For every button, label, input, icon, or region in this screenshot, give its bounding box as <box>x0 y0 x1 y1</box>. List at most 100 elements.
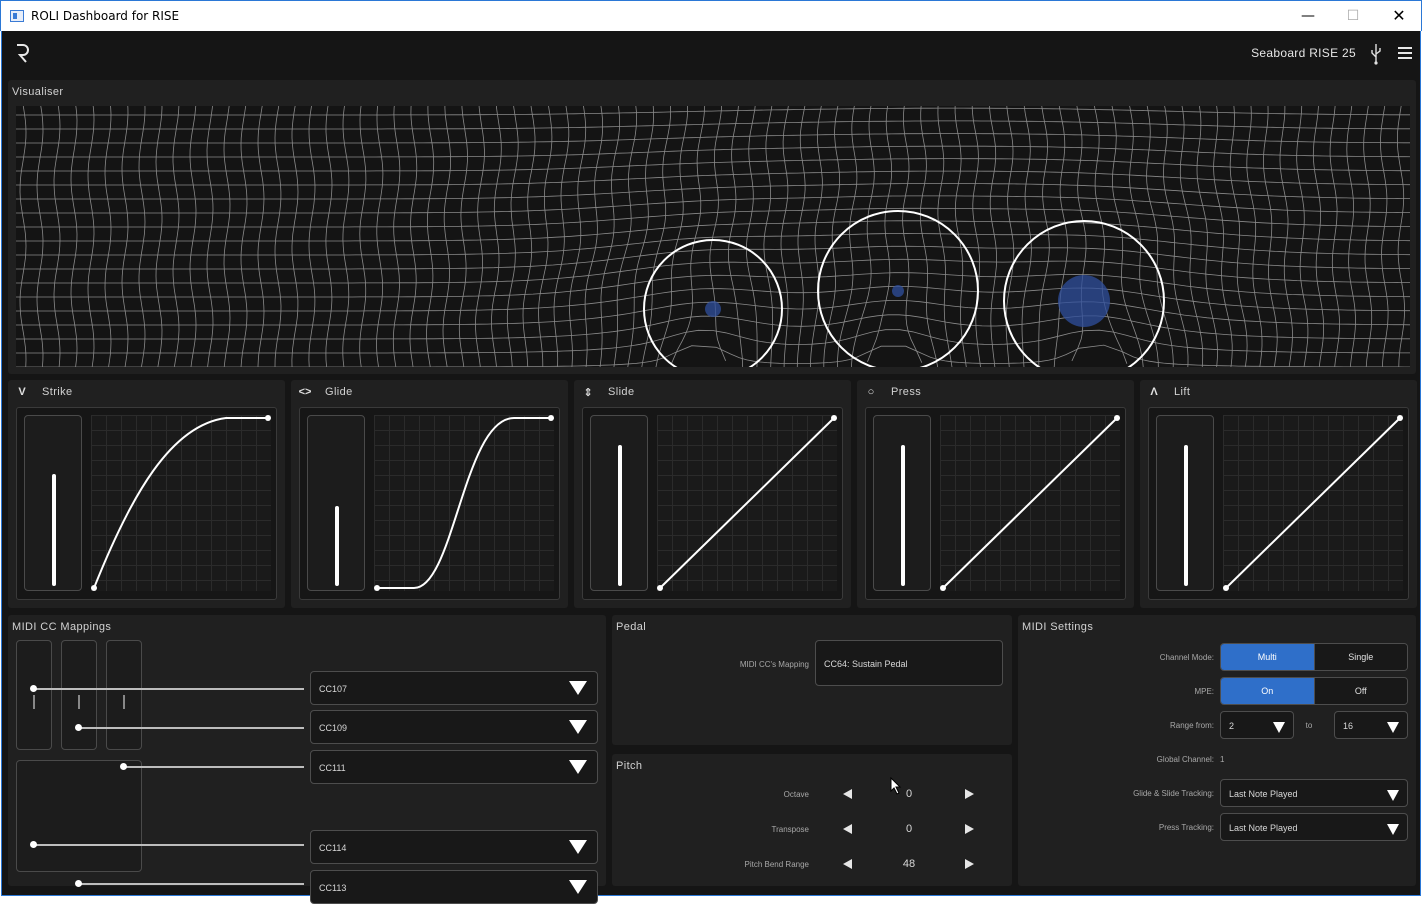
hamburger-menu-icon[interactable] <box>1398 46 1412 60</box>
close-button[interactable]: ✕ <box>1376 1 1422 31</box>
glide-slide-tracking-select[interactable]: Last Note Played <box>1220 779 1408 807</box>
cc-mapping-value-2: CC109 <box>319 723 348 733</box>
response-curve-graph[interactable] <box>940 415 1120 591</box>
global-channel-label: Global Channel: <box>1156 755 1214 764</box>
grid-line <box>522 106 536 367</box>
channel-mode-single[interactable]: Single <box>1313 644 1407 670</box>
grid-line <box>16 245 1410 270</box>
cc-mapping-select-2[interactable]: CC109 <box>310 710 598 744</box>
channel-mode-toggle[interactable]: Multi Single <box>1220 643 1408 671</box>
channel-mode-label: Channel Mode: <box>1159 653 1214 662</box>
octave-decrease-button[interactable] <box>843 789 852 799</box>
cc-mapping-value-5: CC113 <box>319 883 347 893</box>
grid-line <box>359 106 367 367</box>
response-curve-graph[interactable] <box>374 415 554 591</box>
cc-mapping-select-4[interactable]: CC114 <box>310 830 598 864</box>
visualiser-canvas <box>16 106 1410 367</box>
transpose-increase-button[interactable] <box>965 824 974 834</box>
response-curve <box>940 415 1120 591</box>
pedal-mapping-value: CC64: Sustain Pedal <box>824 659 908 669</box>
cc-link-line-2 <box>79 727 304 729</box>
dimension-panel-lift: Λ Lift <box>1140 380 1417 608</box>
cc-link-line-3 <box>124 766 304 768</box>
sensitivity-slider[interactable] <box>24 415 82 591</box>
sensitivity-slider[interactable] <box>873 415 931 591</box>
grid-line <box>87 106 95 367</box>
cc-mapping-value-3: CC111 <box>319 763 346 773</box>
grid-line <box>1397 106 1406 367</box>
mpe-on[interactable]: On <box>1221 678 1314 704</box>
cc-mapping-select-5[interactable]: CC113 <box>310 870 598 904</box>
grid-line <box>796 106 806 367</box>
mpe-toggle[interactable]: On Off <box>1220 677 1408 705</box>
mpe-off[interactable]: Off <box>1313 678 1407 704</box>
range-from-select[interactable]: 2 <box>1220 711 1294 739</box>
cc-slider-3-thumb <box>123 695 125 709</box>
grid-line <box>1346 106 1356 367</box>
pedal-title: Pedal <box>616 621 647 633</box>
pitch-bend-range-value: 48 <box>902 858 916 870</box>
press-tracking-value: Last Note Played <box>1229 823 1298 833</box>
cc-mapping-select-1[interactable]: CC107 <box>310 671 598 705</box>
channel-mode-multi[interactable]: Multi <box>1221 644 1314 670</box>
cc-link-dot-5 <box>75 880 82 887</box>
grid-line <box>325 106 333 367</box>
visualiser-panel: Visualiser <box>8 80 1416 374</box>
grid-line <box>240 106 248 367</box>
response-curve-graph[interactable] <box>91 415 271 591</box>
response-curve <box>374 415 554 591</box>
pitch-panel: Pitch Octave 0 Transpose 0 Pitch Bend Ra… <box>612 754 1012 886</box>
grid-line <box>342 106 350 367</box>
cc-link-dot-3 <box>120 763 127 770</box>
grid-line <box>709 106 727 362</box>
range-from-value: 2 <box>1229 721 1235 731</box>
dimension-label: Strike <box>42 386 73 398</box>
range-to-select[interactable]: 16 <box>1334 711 1408 739</box>
sensitivity-slider[interactable] <box>307 415 365 591</box>
grid-line <box>937 106 953 367</box>
cc-mapping-select-3[interactable]: CC111 <box>310 750 598 784</box>
chevron-down-icon <box>1387 824 1399 835</box>
sensitivity-slider[interactable] <box>590 415 648 591</box>
pedal-mapping-field[interactable]: CC64: Sustain Pedal <box>815 640 1003 686</box>
response-curve <box>1223 415 1403 591</box>
dimension-controls <box>582 407 843 600</box>
top-bar: Seaboard RISE 25 <box>2 31 1422 79</box>
cc-mapping-value-4: CC114 <box>319 843 347 853</box>
grid-line <box>1053 106 1068 367</box>
grid-line <box>671 106 706 364</box>
minimize-button[interactable]: — <box>1285 1 1331 31</box>
mouse-cursor-icon <box>890 777 902 795</box>
octave-increase-button[interactable] <box>965 789 974 799</box>
response-curve-graph[interactable] <box>657 415 837 591</box>
response-curve-graph[interactable] <box>1223 415 1403 591</box>
dimension-controls <box>865 407 1126 600</box>
grid-line <box>1229 106 1248 367</box>
window-titlebar: ROLI Dashboard for RISE — ☐ ✕ <box>0 0 1422 31</box>
grid-line <box>19 106 27 367</box>
cc-slider-2-thumb <box>78 695 80 709</box>
grid-line <box>1111 106 1144 367</box>
dimension-panel-slide: ⇕ Slide <box>574 380 851 608</box>
cc-xy-pad[interactable] <box>16 760 142 872</box>
app-icon <box>10 10 24 22</box>
sensitivity-slider[interactable] <box>1156 415 1214 591</box>
pitch-bend-increase-button[interactable] <box>965 859 974 869</box>
transpose-decrease-button[interactable] <box>843 824 852 834</box>
cc-mapping-value-1: CC107 <box>319 684 348 694</box>
grid-line <box>1363 106 1373 367</box>
chevron-down-icon <box>569 760 587 774</box>
grid-line <box>291 106 299 367</box>
slide-icon: ⇕ <box>583 387 593 399</box>
grid-line <box>1380 106 1389 367</box>
dimension-controls <box>1148 407 1409 600</box>
pitch-bend-decrease-button[interactable] <box>843 859 852 869</box>
cc-link-dot-1 <box>30 685 37 692</box>
glide-icon: <> <box>298 386 312 398</box>
grid-line <box>172 106 180 367</box>
maximize-button[interactable]: ☐ <box>1330 1 1376 31</box>
press-tracking-select[interactable]: Last Note Played <box>1220 813 1408 841</box>
grid-line <box>655 106 688 367</box>
grid-line <box>1196 106 1218 367</box>
cc-link-line-1 <box>34 688 304 690</box>
